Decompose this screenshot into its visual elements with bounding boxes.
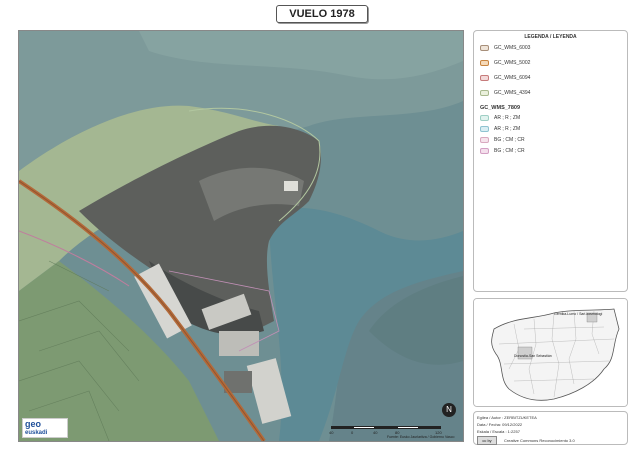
license-text: Creative Commons Reconocimiento 3.0 bbox=[504, 438, 575, 443]
legend-item: GC_WMS_6094 bbox=[480, 75, 530, 81]
legend-item: GC_WMS_4394 bbox=[480, 90, 530, 96]
legend-panel: LEGENDA / LEYENDA GC_WMS_6003 GC_WMS_500… bbox=[473, 30, 628, 292]
legend-item: AR ; R ; ZM bbox=[480, 115, 520, 121]
legend-item: BG ; CM ; CR bbox=[480, 137, 525, 143]
map-info-panel: Egilea / Autor : ZERBITZUKETEA Data / Fe… bbox=[473, 411, 628, 445]
north-arrow-icon: N bbox=[442, 403, 456, 417]
legend-swatch bbox=[480, 115, 489, 121]
cc-license-badge[interactable]: cc by bbox=[477, 436, 497, 445]
legend-swatch bbox=[480, 60, 489, 66]
legend-swatch bbox=[480, 148, 489, 154]
legend-label: AR ; R ; ZM bbox=[494, 115, 521, 121]
legend-item: BG ; CM ; CR bbox=[480, 148, 525, 154]
legend-swatch bbox=[480, 75, 489, 81]
legend-label: GC_WMS_4394 bbox=[494, 90, 531, 96]
legend-label: BG ; CM ; CR bbox=[494, 148, 525, 154]
legend-swatch bbox=[480, 90, 489, 96]
map-title: VUELO 1978 bbox=[276, 5, 368, 23]
legend-group-title: GC_WMS_7809 bbox=[480, 105, 521, 111]
aerial-photo bbox=[19, 31, 463, 441]
scale-label: 40 bbox=[373, 430, 378, 435]
legend-swatch bbox=[480, 45, 489, 51]
author-text: Egilea / Autor : ZERBITZUKETEA bbox=[477, 415, 537, 420]
legend-label: GC_WMS_6094 bbox=[494, 75, 531, 81]
overview-map-drawing: Gernika-Lumo / Sari-kosmologi Donostia-S… bbox=[474, 299, 627, 406]
legend-label: BG ; CM ; CR bbox=[494, 137, 525, 143]
legend-item: GC_WMS_5002 bbox=[480, 60, 530, 66]
geoeuskadi-logo: geo euskadi bbox=[22, 418, 68, 438]
legend-swatch bbox=[480, 126, 489, 132]
legend-label: AR ; R ; ZM bbox=[494, 126, 521, 132]
inset-label: Donostia-San Sebastián bbox=[514, 354, 552, 358]
overview-map[interactable]: Gernika-Lumo / Sari-kosmologi Donostia-S… bbox=[473, 298, 628, 407]
map-credit: Fuente: Eusko Jaurlaritza / Gobierno Vas… bbox=[387, 435, 455, 439]
date-text: Data / Fecha: 09/12/2022 bbox=[477, 422, 523, 427]
legend-swatch bbox=[480, 137, 489, 143]
scale-bar: 40 0 40 80 120 Fuente: Eusko Jaurlaritza… bbox=[329, 426, 454, 440]
legend-item: GC_WMS_6003 bbox=[480, 45, 530, 51]
inset-label: Gernika-Lumo / Sari-kosmologi bbox=[554, 312, 602, 316]
legend-item: AR ; R ; ZM bbox=[480, 126, 520, 132]
scale-label: 0 bbox=[351, 430, 354, 435]
legend-label: GC_WMS_6003 bbox=[494, 45, 531, 51]
map-view[interactable]: geo euskadi N 40 0 40 80 120 Fuente: Eus… bbox=[18, 30, 464, 442]
legend-label: GC_WMS_5002 bbox=[494, 60, 531, 66]
scale-text: Eskala / Escala : 1:2257 bbox=[477, 429, 520, 434]
scale-label: 40 bbox=[329, 430, 334, 435]
legend-title: LEGENDA / LEYENDA bbox=[524, 34, 577, 40]
